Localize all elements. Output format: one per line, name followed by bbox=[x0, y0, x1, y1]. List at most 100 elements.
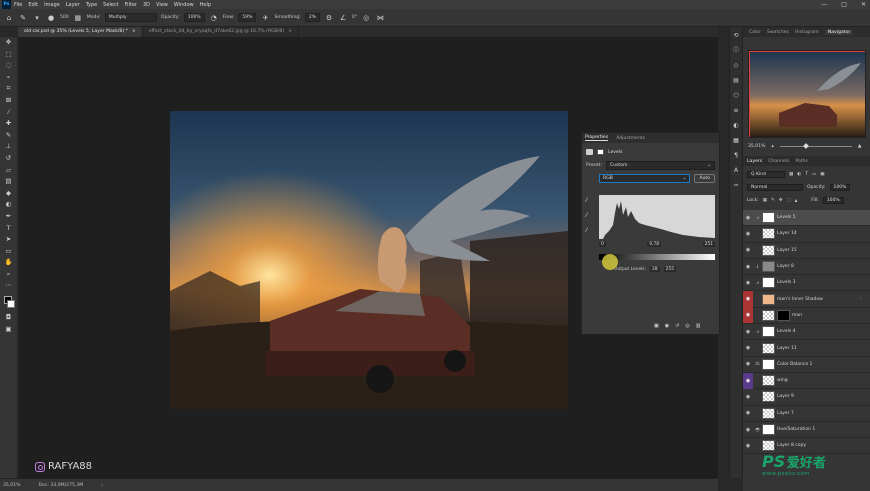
eye-icon[interactable]: ◉ bbox=[743, 307, 753, 324]
menu-view[interactable]: View bbox=[153, 2, 171, 8]
menu-file[interactable]: File bbox=[11, 2, 25, 8]
flow-input[interactable]: 59% bbox=[238, 13, 257, 22]
frame-tool-icon[interactable]: ⊠ bbox=[2, 95, 16, 107]
eye-icon[interactable]: ◉ bbox=[743, 280, 753, 286]
zoom-level[interactable]: 35,01% bbox=[3, 483, 21, 488]
layer-row[interactable]: ◉ Layer 15 bbox=[743, 243, 870, 259]
eye-icon[interactable]: ◉ bbox=[743, 264, 753, 270]
lock-pixels-icon[interactable]: ▦ bbox=[763, 198, 767, 203]
menu-edit[interactable]: Edit bbox=[25, 2, 41, 8]
history-brush-tool-icon[interactable]: ↺ bbox=[2, 153, 16, 165]
layer-thumbnail[interactable] bbox=[762, 244, 775, 256]
layer-name[interactable]: man's Inner Shadow bbox=[777, 297, 823, 302]
layer-thumbnail[interactable] bbox=[762, 375, 775, 387]
pen-tool-icon[interactable]: ✒ bbox=[2, 211, 16, 223]
layer-row[interactable]: ◉ ◓ Hue/Saturation 1 bbox=[743, 422, 870, 439]
menu-layer[interactable]: Layer bbox=[63, 2, 83, 8]
document-image[interactable] bbox=[170, 111, 568, 409]
input-black-field[interactable]: 0 bbox=[599, 242, 606, 247]
tab-adjustments[interactable]: Adjustments bbox=[616, 136, 645, 141]
layer-name[interactable]: Layer 15 bbox=[777, 248, 797, 253]
screen-mode-icon[interactable]: ▣ bbox=[2, 324, 16, 336]
tab-channels[interactable]: Channels bbox=[768, 159, 789, 164]
menu-help[interactable]: Help bbox=[197, 2, 214, 8]
quick-select-tool-icon[interactable]: ⌁ bbox=[2, 72, 16, 84]
channels-icon[interactable]: ▤ bbox=[731, 76, 741, 86]
airbrush-icon[interactable]: ✈ bbox=[260, 13, 270, 23]
layer-thumbnail[interactable] bbox=[762, 309, 775, 321]
fill-input[interactable]: 100% bbox=[822, 197, 844, 204]
adjustments-icon[interactable]: ◐ bbox=[731, 121, 741, 131]
black-point-eyedropper-icon[interactable]: ⁄ bbox=[586, 197, 587, 204]
chevron-right-icon[interactable]: › bbox=[101, 483, 103, 488]
layer-opacity-input[interactable]: 100% bbox=[829, 184, 851, 191]
layer-thumbnail[interactable] bbox=[762, 440, 775, 452]
eye-icon[interactable]: ◉ bbox=[743, 329, 753, 335]
blur-tool-icon[interactable]: ◆ bbox=[2, 188, 16, 200]
doc-tab-effect-stock[interactable]: effect_stock_04_by_cryoqfx_d7ake62.jpg @… bbox=[142, 27, 300, 37]
navigator-zoom-value[interactable]: 35,01% bbox=[748, 144, 766, 149]
close-icon[interactable]: × bbox=[132, 27, 136, 37]
layer-mask-thumbnail[interactable] bbox=[762, 424, 775, 435]
layer-name[interactable]: Layer 11 bbox=[777, 346, 797, 351]
angle-value[interactable]: 0° bbox=[352, 15, 357, 20]
close-icon[interactable]: × bbox=[288, 27, 292, 37]
visibility-icon[interactable]: ◎ bbox=[685, 323, 689, 329]
home-icon[interactable]: ⌂ bbox=[4, 13, 14, 23]
info-icon[interactable]: ⓘ bbox=[731, 46, 741, 56]
eye-icon[interactable]: ◉ bbox=[743, 443, 753, 449]
menu-select[interactable]: Select bbox=[100, 2, 121, 8]
tab-histogram[interactable]: Histogram bbox=[795, 30, 819, 35]
menu-3d[interactable]: 3D bbox=[140, 2, 153, 8]
layer-mask-thumbnail[interactable] bbox=[777, 309, 790, 321]
menu-type[interactable]: Type bbox=[83, 2, 100, 8]
layer-mask-thumbnail[interactable] bbox=[762, 326, 775, 338]
layer-row[interactable]: ◉ Layer 9 bbox=[743, 389, 870, 406]
eye-icon[interactable]: ◉ bbox=[743, 345, 753, 351]
clip-to-layer-icon[interactable]: ▣ bbox=[654, 323, 659, 329]
properties-icon[interactable]: ≡ bbox=[731, 106, 741, 116]
input-white-field[interactable]: 251 bbox=[702, 242, 715, 247]
layers-icon[interactable]: ▦ bbox=[731, 136, 741, 146]
filter-shape-icon[interactable]: ▭ bbox=[812, 172, 816, 177]
marquee-tool-icon[interactable]: ⬚ bbox=[2, 49, 16, 61]
lasso-tool-icon[interactable]: ◌ bbox=[2, 60, 16, 72]
brush-preset-icon[interactable]: ● bbox=[46, 13, 56, 23]
brush-tool-icon[interactable]: ✎ bbox=[18, 13, 28, 23]
eye-icon[interactable]: ◉ bbox=[743, 247, 753, 253]
layer-row[interactable]: ◉ ↓ Layer 8 bbox=[743, 259, 870, 276]
close-button[interactable]: ✕ bbox=[861, 0, 866, 9]
layer-kind-filter[interactable]: Q Kind bbox=[747, 171, 785, 178]
layer-options-icon[interactable]: ◦ bbox=[859, 297, 862, 302]
minimize-button[interactable]: — bbox=[821, 0, 827, 9]
layer-name[interactable]: Layer 8 bbox=[777, 264, 794, 269]
layer-thumbnail[interactable] bbox=[762, 293, 775, 305]
levels-histogram[interactable] bbox=[599, 195, 715, 239]
layer-row[interactable]: ◉ man's Inner Shadow ◦ bbox=[743, 291, 870, 308]
layer-mask-thumbnail[interactable] bbox=[762, 358, 775, 370]
layer-name[interactable]: Levels 3 bbox=[777, 280, 796, 285]
blend-mode-select[interactable]: Normal bbox=[747, 184, 803, 191]
layer-row[interactable]: ◉ ⩘ Levels 5 bbox=[743, 210, 870, 227]
pressure-opacity-icon[interactable]: ◔ bbox=[209, 13, 219, 23]
reset-icon[interactable]: ↺ bbox=[675, 323, 679, 329]
type-tool-icon[interactable]: T bbox=[2, 223, 16, 235]
zoom-in-icon[interactable]: ▲ bbox=[858, 144, 862, 149]
layer-thumbnail[interactable] bbox=[762, 228, 775, 240]
layer-name[interactable]: Layer 7 bbox=[777, 411, 794, 416]
maximize-button[interactable]: □ bbox=[841, 0, 847, 9]
eye-icon[interactable]: ◉ bbox=[743, 291, 753, 308]
layer-row[interactable]: ◉ ⩘ Levels 4 bbox=[743, 324, 870, 341]
layer-mask-thumbnail[interactable] bbox=[762, 212, 775, 224]
tab-paths[interactable]: Paths bbox=[795, 159, 808, 164]
doc-tab-old-car[interactable]: old car.psd @ 35% (Levels 5, Layer Mask/… bbox=[18, 27, 143, 37]
auto-button[interactable]: Auto bbox=[694, 174, 715, 183]
view-previous-icon[interactable]: ◉ bbox=[665, 323, 669, 329]
mask-icon[interactable] bbox=[597, 149, 604, 155]
crop-tool-icon[interactable]: ⌗ bbox=[2, 83, 16, 95]
layer-name[interactable]: Layer 9 bbox=[777, 394, 794, 399]
eye-icon[interactable]: ◉ bbox=[743, 361, 753, 367]
lock-paint-icon[interactable]: ✎ bbox=[771, 198, 775, 203]
layer-row[interactable]: ◉ ⩘ Levels 3 bbox=[743, 275, 870, 292]
color-swatches[interactable] bbox=[2, 294, 16, 312]
